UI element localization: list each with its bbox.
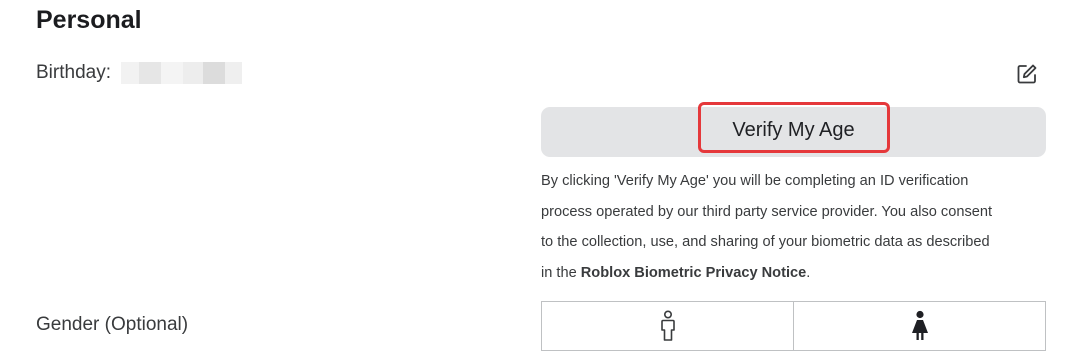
disclaimer-prefix: in the xyxy=(541,264,581,281)
gender-option-female[interactable] xyxy=(793,302,1045,350)
disclaimer-line: to the collection, use, and sharing of y… xyxy=(541,234,990,250)
verify-disclaimer: By clicking 'Verify My Age' you will be … xyxy=(541,166,1051,288)
section-title: Personal xyxy=(36,6,142,34)
verify-my-age-label: Verify My Age xyxy=(732,119,855,141)
birthday-value-redacted xyxy=(121,62,242,84)
gender-selector xyxy=(541,301,1046,351)
male-figure-icon xyxy=(660,310,675,341)
disclaimer-line: process operated by our third party serv… xyxy=(541,203,993,220)
edit-birthday-button[interactable] xyxy=(1016,63,1038,85)
gender-option-male[interactable] xyxy=(542,302,793,350)
disclaimer-line: By clicking 'Verify My Age' you will be … xyxy=(541,173,969,189)
female-figure-icon xyxy=(911,310,928,340)
biometric-privacy-notice-link[interactable]: Roblox Biometric Privacy Notice xyxy=(581,265,806,281)
gender-label: Gender (Optional) xyxy=(36,314,189,335)
disclaimer-suffix: . xyxy=(806,264,811,281)
birthday-label: Birthday: xyxy=(36,62,111,83)
verify-my-age-button[interactable]: Verify My Age xyxy=(541,107,1046,157)
disclaimer-line-last: in the Roblox Biometric Privacy Notice. xyxy=(541,258,1051,289)
pencil-square-icon xyxy=(1017,64,1037,84)
